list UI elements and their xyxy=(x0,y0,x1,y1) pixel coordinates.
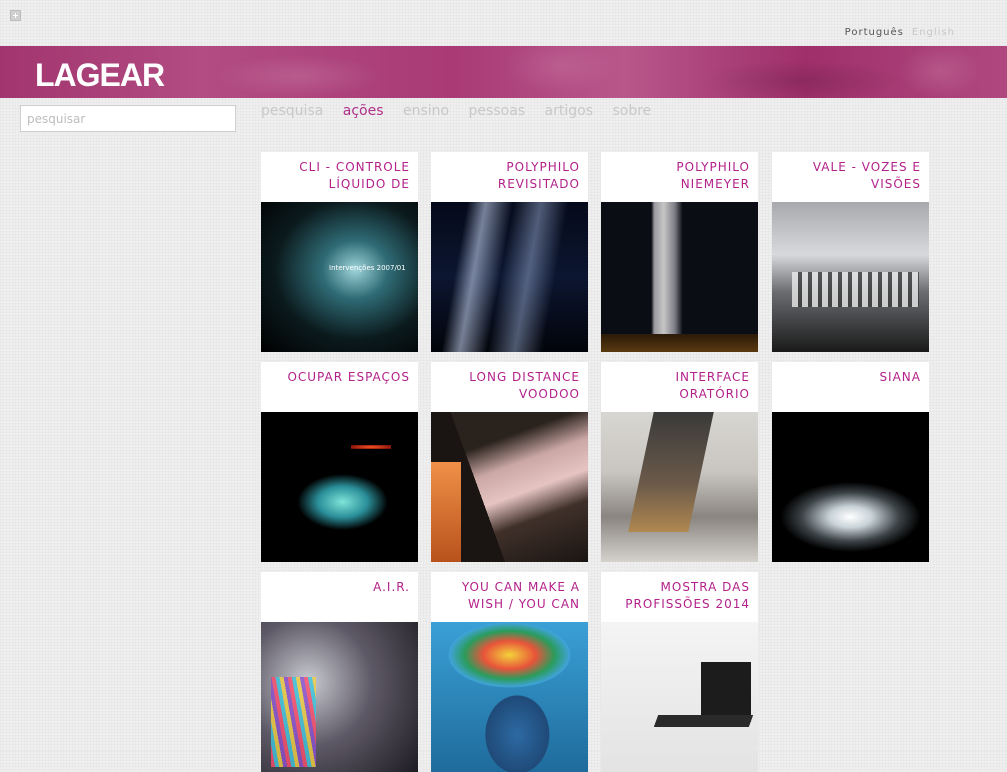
project-thumbnail[interactable] xyxy=(601,202,758,352)
nav-item-sobre[interactable]: sobre xyxy=(612,103,651,119)
project-title[interactable]: MOSTRA DAS PROFISSÕES 2014 xyxy=(601,572,758,622)
project-thumbnail[interactable] xyxy=(261,412,418,562)
project-thumbnail[interactable] xyxy=(772,202,929,352)
project-card-polyphilo-revisitado[interactable]: POLYPHILO REVISITADO xyxy=(431,152,588,352)
project-title[interactable]: VALE - VOZES E VISÕES xyxy=(772,152,929,202)
language-switcher: Português English xyxy=(845,27,955,38)
project-card-mostra-das-profissoes[interactable]: MOSTRA DAS PROFISSÕES 2014 xyxy=(601,572,758,772)
nav-item-artigos[interactable]: artigos xyxy=(545,103,593,119)
project-title[interactable]: CLI - CONTROLE LÍQUIDO DE xyxy=(261,152,418,202)
project-title[interactable]: OCUPAR ESPAÇOS xyxy=(261,362,418,412)
project-card-siana[interactable]: SIANA xyxy=(772,362,929,562)
header-banner: LAGEAR xyxy=(0,46,1007,98)
project-title[interactable]: SIANA xyxy=(772,362,929,412)
nav-item-ensino[interactable]: ensino xyxy=(403,103,449,119)
project-thumbnail[interactable] xyxy=(431,622,588,772)
language-english-link[interactable]: English xyxy=(912,27,955,38)
project-card-you-can-make-a-wish[interactable]: YOU CAN MAKE A WISH / YOU CAN xyxy=(431,572,588,772)
project-card-long-distance-voodoo[interactable]: LONG DISTANCE VOODOO xyxy=(431,362,588,562)
project-thumbnail[interactable] xyxy=(261,622,418,772)
project-title[interactable]: LONG DISTANCE VOODOO xyxy=(431,362,588,412)
language-portuguese-link[interactable]: Português xyxy=(845,27,904,38)
project-card-interface-oratorio[interactable]: INTERFACE ORATÓRIO xyxy=(601,362,758,562)
project-thumbnail[interactable] xyxy=(601,412,758,562)
project-card-polyphilo-niemeyer[interactable]: POLYPHILO NIEMEYER xyxy=(601,152,758,352)
project-thumbnail[interactable] xyxy=(261,202,418,352)
project-thumbnail[interactable] xyxy=(431,202,588,352)
project-card-cli[interactable]: CLI - CONTROLE LÍQUIDO DE xyxy=(261,152,418,352)
site-logo[interactable]: LAGEAR xyxy=(35,58,165,92)
project-thumbnail[interactable] xyxy=(601,622,758,772)
project-title[interactable]: INTERFACE ORATÓRIO xyxy=(601,362,758,412)
project-title[interactable]: A.I.R. xyxy=(261,572,418,622)
project-card-air[interactable]: A.I.R. xyxy=(261,572,418,772)
project-title[interactable]: YOU CAN MAKE A WISH / YOU CAN xyxy=(431,572,588,622)
project-title[interactable]: POLYPHILO NIEMEYER xyxy=(601,152,758,202)
expand-icon[interactable] xyxy=(10,10,21,21)
nav-item-pessoas[interactable]: pessoas xyxy=(469,103,526,119)
nav-item-pesquisa[interactable]: pesquisa xyxy=(261,103,323,119)
nav-item-acoes[interactable]: ações xyxy=(343,103,384,119)
main-nav: pesquisa ações ensino pessoas artigos so… xyxy=(261,103,666,119)
project-card-ocupar-espacos[interactable]: OCUPAR ESPAÇOS xyxy=(261,362,418,562)
project-thumbnail[interactable] xyxy=(772,412,929,562)
project-thumbnail[interactable] xyxy=(431,412,588,562)
search-input[interactable] xyxy=(20,105,236,132)
project-card-vale[interactable]: VALE - VOZES E VISÕES xyxy=(772,152,929,352)
project-title[interactable]: POLYPHILO REVISITADO xyxy=(431,152,588,202)
